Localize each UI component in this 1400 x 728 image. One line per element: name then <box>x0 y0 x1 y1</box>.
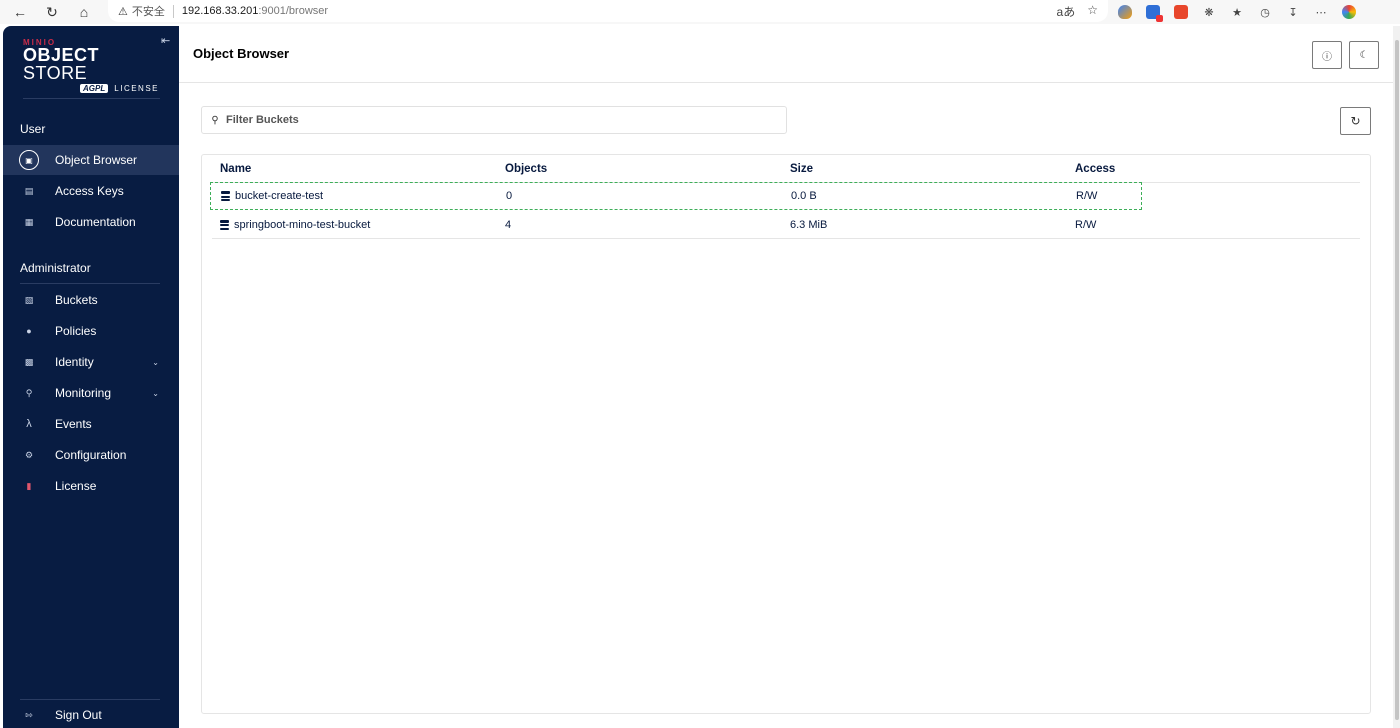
minio-logo: MINIO OBJECT STORE AGPL LICENSE <box>23 38 163 93</box>
filter-buckets-field[interactable]: ⚲ <box>201 106 787 134</box>
sidebar-item-label: Events <box>55 417 92 431</box>
history-icon[interactable]: ◷ <box>1258 5 1272 19</box>
scrollbar-thumb[interactable] <box>1395 40 1399 720</box>
sidebar-item-events[interactable]: λ Events <box>3 409 179 439</box>
sidebar-item-label: Configuration <box>55 448 127 462</box>
refresh-icon: ↻ <box>1350 114 1361 128</box>
license-text: LICENSE <box>114 84 159 93</box>
sign-out-icon: ⇰ <box>25 709 33 720</box>
column-header-access[interactable]: Access <box>1075 163 1115 175</box>
bucket-icon <box>221 191 230 201</box>
favorites-icon[interactable]: ★ <box>1230 5 1244 19</box>
browser-toolbar: ← ↻ ⌂ ⚠ 不安全 192.168.33.201:9001/browser … <box>0 0 1400 24</box>
sidebar: ⇤ MINIO OBJECT STORE AGPL LICENSE User ▣… <box>3 26 179 728</box>
refresh-button[interactable]: ↻ <box>1340 107 1371 135</box>
sidebar-item-license[interactable]: ▮ License <box>3 471 179 501</box>
bucket-name: springboot-mino-test-bucket <box>234 218 371 231</box>
downloads-icon[interactable]: ↧ <box>1286 5 1300 19</box>
url-path: :9001/browser <box>258 5 329 17</box>
sign-out-label: Sign Out <box>55 708 102 722</box>
sidebar-item-label: Policies <box>55 324 97 338</box>
copilot-icon[interactable] <box>1342 5 1356 19</box>
extension-red-icon[interactable] <box>1174 5 1188 19</box>
dark-mode-button[interactable]: ☾ <box>1349 41 1379 69</box>
agpl-badge: AGPL <box>80 84 109 93</box>
page-header: Object Browser ⓘ ☾ <box>179 26 1393 83</box>
home-icon[interactable]: ⌂ <box>68 0 100 24</box>
sidebar-item-label: Documentation <box>55 215 136 229</box>
logo-product: OBJECT STORE <box>23 45 100 83</box>
lambda-icon: λ <box>26 418 32 430</box>
reload-icon[interactable]: ↻ <box>36 0 68 24</box>
more-menu-icon[interactable]: ⋯ <box>1314 5 1328 19</box>
chevron-down-icon: ⌄ <box>152 357 159 367</box>
sidebar-item-label: License <box>55 479 97 493</box>
monitoring-icon: ⚲ <box>25 387 33 398</box>
warning-icon: ⚠ <box>118 5 128 18</box>
main-content: Object Browser ⓘ ☾ ⚲ ↻ Name Objects Size… <box>179 26 1393 728</box>
sidebar-item-buckets[interactable]: ▧ Buckets <box>3 285 179 315</box>
sidebar-item-label: Buckets <box>55 293 98 307</box>
table-row[interactable]: bucket-create-test 0 0.0 B R/W <box>210 182 1142 210</box>
bucket-size: 0.0 B <box>791 190 817 202</box>
url-host: 192.168.33.201 <box>181 5 259 17</box>
search-icon: ⚲ <box>211 114 219 126</box>
buckets-table: Name Objects Size Access bucket-create-t… <box>201 154 1371 714</box>
bucket-name: bucket-create-test <box>235 190 324 202</box>
bucket-objects: 0 <box>506 190 513 202</box>
filter-buckets-input[interactable] <box>226 114 766 126</box>
extensions-puzzle-icon[interactable]: ❋ <box>1202 5 1216 19</box>
extension-grid-icon[interactable] <box>1146 5 1163 22</box>
column-header-name[interactable]: Name <box>220 163 251 175</box>
section-administrator: Administrator <box>20 261 91 275</box>
divider <box>23 98 160 99</box>
documentation-icon: ▦ <box>24 216 34 227</box>
object-browser-icon: ▣ <box>19 150 39 170</box>
favorite-star-icon[interactable]: ☆ <box>1087 3 1098 20</box>
sidebar-item-label: Identity <box>55 355 94 369</box>
chevron-down-icon: ⌄ <box>152 388 159 398</box>
extension-shield-icon[interactable] <box>1118 5 1132 19</box>
bucket-objects: 4 <box>505 218 512 231</box>
divider <box>20 283 160 284</box>
back-icon[interactable]: ← <box>4 0 36 24</box>
sidebar-item-policies[interactable]: ● Policies <box>3 316 179 346</box>
license-icon: ▮ <box>26 480 32 491</box>
bucket-icon <box>220 219 229 230</box>
address-separator <box>172 4 174 18</box>
bucket-size: 6.3 MiB <box>790 218 828 231</box>
section-user: User <box>20 122 46 136</box>
access-keys-icon: ▤ <box>24 185 34 196</box>
sidebar-item-monitoring[interactable]: ⚲ Monitoring ⌄ <box>3 378 179 408</box>
sidebar-item-identity[interactable]: ▩ Identity ⌄ <box>3 347 179 377</box>
gear-icon: ⚙ <box>24 449 34 460</box>
sidebar-item-configuration[interactable]: ⚙ Configuration <box>3 440 179 470</box>
sidebar-item-label: Monitoring <box>55 386 112 400</box>
sign-out-button[interactable]: ⇰ Sign Out <box>3 700 179 728</box>
insecure-label: 不安全 <box>131 6 165 18</box>
bucket-access: R/W <box>1076 190 1098 202</box>
address-bar[interactable]: ⚠ 不安全 192.168.33.201:9001/browser aあ ☆ <box>108 0 1108 22</box>
sidebar-item-label: Object Browser <box>55 153 138 167</box>
moon-icon: ☾ <box>1359 49 1369 61</box>
table-row[interactable]: springboot-mino-test-bucket 4 6.3 MiB R/… <box>212 211 1360 239</box>
bucket-access: R/W <box>1075 218 1097 231</box>
help-button[interactable]: ⓘ <box>1312 41 1342 69</box>
table-header: Name Objects Size Access <box>212 155 1360 183</box>
sidebar-item-label: Access Keys <box>55 184 124 198</box>
column-header-size[interactable]: Size <box>790 163 813 175</box>
column-header-objects[interactable]: Objects <box>505 163 547 175</box>
sidebar-item-access-keys[interactable]: ▤ Access Keys <box>3 176 179 206</box>
translate-icon[interactable]: aあ <box>1057 3 1076 20</box>
sidebar-item-object-browser[interactable]: ▣ Object Browser <box>3 145 179 175</box>
page-title: Object Browser <box>193 46 290 61</box>
buckets-icon: ▧ <box>24 294 34 305</box>
sidebar-item-documentation[interactable]: ▦ Documentation <box>3 207 179 237</box>
identity-icon: ▩ <box>24 356 34 367</box>
help-icon: ⓘ <box>1322 51 1332 63</box>
policies-icon: ● <box>26 326 32 336</box>
